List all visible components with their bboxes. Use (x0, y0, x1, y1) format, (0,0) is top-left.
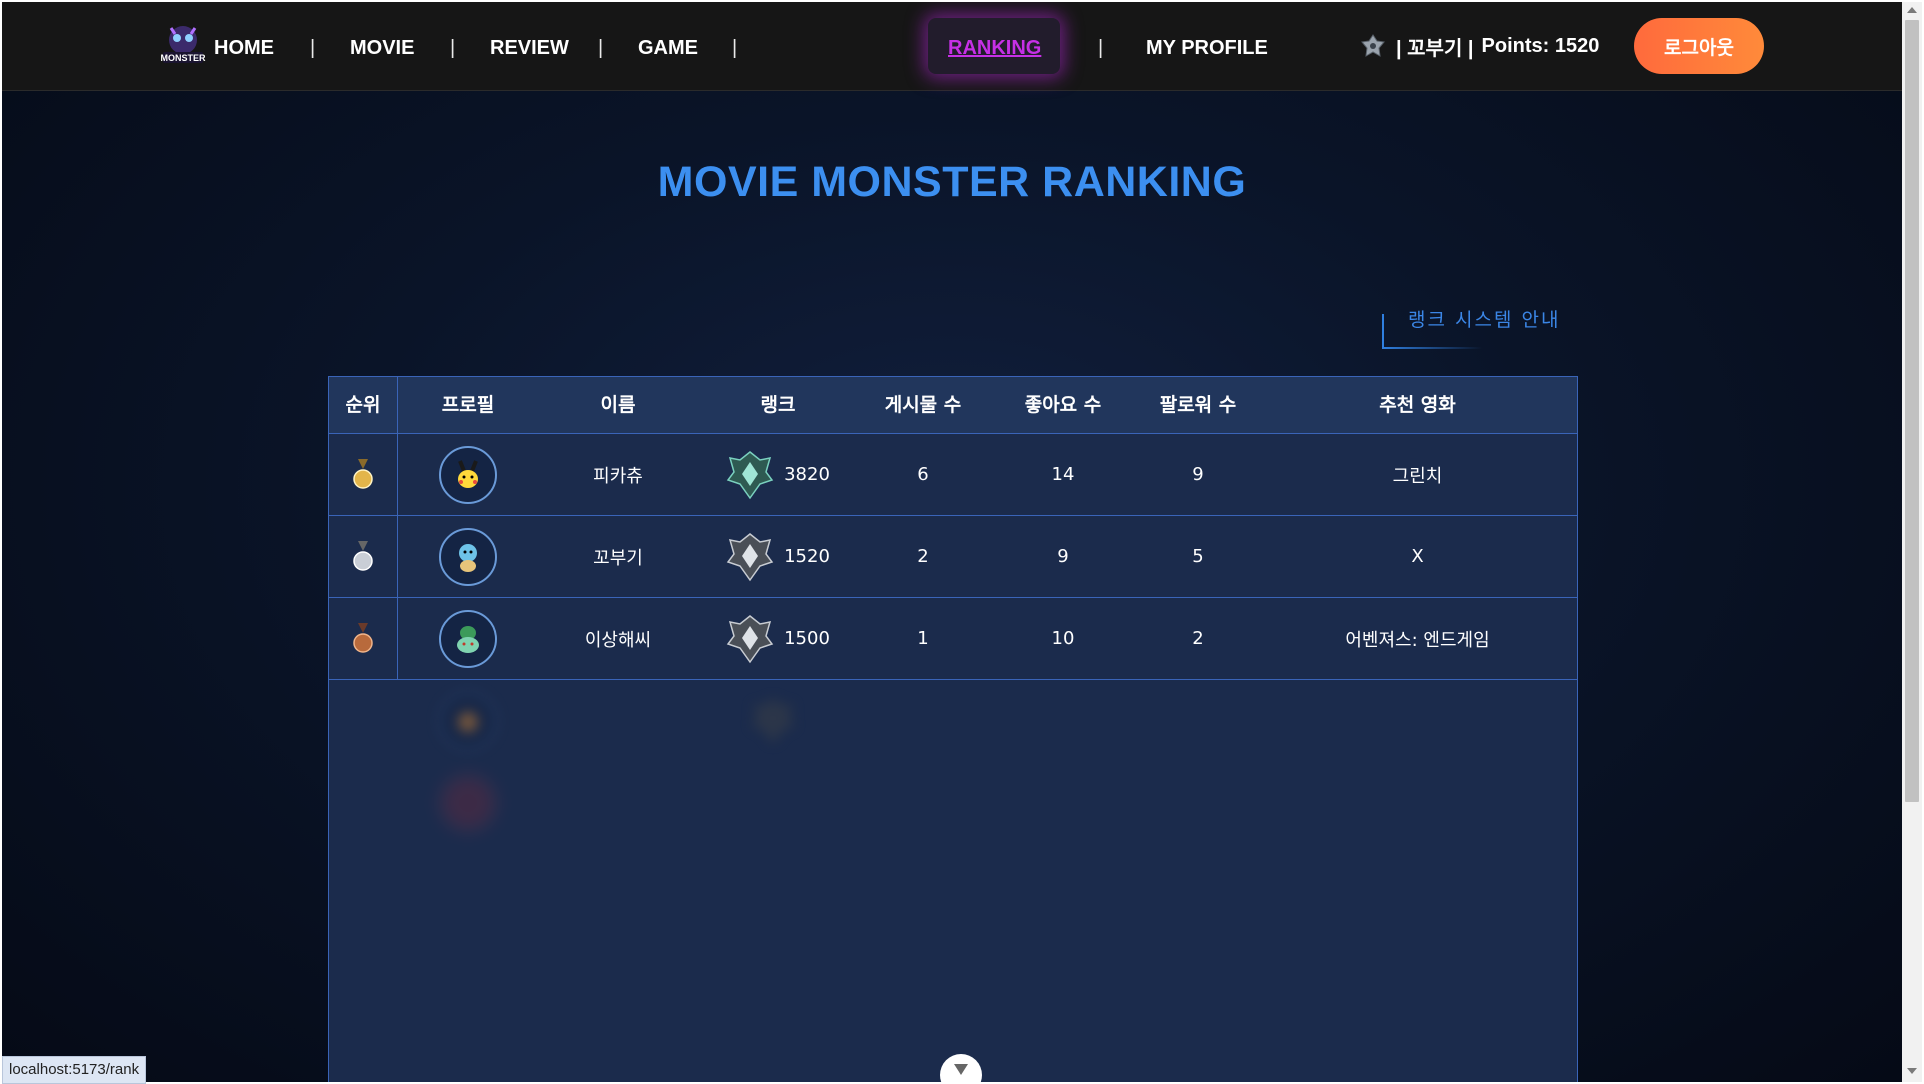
recommended-movie: 그린치 (1392, 465, 1443, 487)
table-row[interactable]: 꼬부기 1520 2 9 5 X (329, 516, 1577, 598)
nav-separator: | (450, 37, 456, 59)
rank-points: 1500 (784, 628, 830, 649)
rank-points: 3820 (784, 464, 830, 485)
rank-cell: 3820 (698, 434, 858, 515)
chevron-down-icon (954, 1064, 968, 1075)
table-row-blurred (329, 762, 1577, 843)
followers-count: 2 (1192, 628, 1204, 649)
medal-silver-icon (329, 516, 397, 597)
logout-button[interactable]: 로그아웃 (1634, 18, 1764, 74)
page-title: MOVIE MONSTER RANKING (657, 158, 1247, 206)
recommended-movie: 어벤져스: 엔드게임 (1345, 629, 1490, 651)
user-info: | 꼬부기 | Points: 1520 (1360, 28, 1599, 64)
rank-cell: 1500 (698, 598, 858, 679)
column-header-rank-order: 순위 (345, 394, 381, 416)
user-name-cell: 피카츄 (593, 465, 643, 487)
column-header-name: 이름 (600, 394, 636, 416)
column-header-rank: 랭크 (760, 394, 796, 416)
posts-count: 2 (917, 546, 929, 567)
rank-system-guide-link[interactable]: 랭크 시스템 안내 (1408, 305, 1560, 332)
table-row-blurred (329, 680, 1577, 761)
posts-count: 6 (917, 464, 929, 485)
column-header-followers: 팔로워 수 (1159, 394, 1237, 416)
avatar-placeholder-icon (439, 773, 497, 832)
profile-cell (398, 434, 538, 515)
likes-count: 10 (1051, 628, 1075, 649)
user-points: Points: 1520 (1481, 34, 1600, 57)
user-name-cell: 이상해씨 (584, 629, 652, 651)
rank-emblem-icon (751, 697, 795, 744)
profile-cell (398, 516, 538, 597)
guide-decoration (1382, 347, 1482, 349)
nav-separator: | (598, 37, 604, 59)
table-row[interactable]: 이상해씨 1500 1 10 2 어벤져스: 엔드게임 (329, 598, 1577, 680)
nav-my-profile[interactable]: MY PROFILE (1146, 36, 1268, 60)
column-header-recommended-movie: 추천 영화 (1379, 394, 1456, 416)
page-scrollbar[interactable] (1902, 2, 1922, 1082)
guide-decoration (1382, 314, 1384, 348)
rank-emblem-icon (1361, 34, 1385, 57)
nav-separator: | (732, 37, 738, 59)
nav-separator: | (310, 37, 316, 59)
rank-silver-emblem-icon (726, 532, 774, 581)
rank-master-emblem-icon (726, 450, 774, 499)
top-navbar: MONSTER HOME | MOVIE | REVIEW | GAME | R… (2, 2, 1902, 91)
app-window: MONSTER HOME | MOVIE | REVIEW | GAME | R… (2, 2, 1902, 1082)
nav-game[interactable]: GAME (638, 36, 698, 60)
profile-cell (398, 598, 538, 679)
nav-separator: | (1098, 37, 1104, 59)
column-header-profile: 프로필 (441, 394, 495, 416)
nav-movie[interactable]: MOVIE (350, 36, 414, 60)
profile-cell (398, 680, 538, 761)
ranking-table: 순위 프로필 이름 랭크 게시물 수 좋아요 수 팔로워 수 추천 영화 피카츄 (328, 376, 1578, 1082)
nav-ranking[interactable]: RANKING (948, 36, 1041, 60)
posts-count: 1 (917, 628, 929, 649)
scroll-up-arrow-icon[interactable] (1907, 7, 1917, 13)
squirtle-avatar[interactable] (439, 527, 497, 586)
table-row[interactable]: 피카츄 3820 6 14 9 그린치 (329, 434, 1577, 516)
medal-bronze-icon (329, 598, 397, 679)
scrollbar-thumb[interactable] (1905, 20, 1919, 802)
rank-silver-emblem-icon (726, 614, 774, 663)
rank-cell (698, 680, 858, 761)
avatar-placeholder-icon (439, 691, 497, 750)
user-name-cell: 꼬부기 (593, 547, 643, 569)
pikachu-avatar[interactable] (439, 445, 497, 504)
followers-count: 5 (1192, 546, 1204, 567)
user-name: | 꼬부기 | (1396, 37, 1474, 60)
rank-cell: 1520 (698, 516, 858, 597)
followers-count: 9 (1192, 464, 1204, 485)
column-header-posts: 게시물 수 (884, 394, 962, 416)
svg-text:MONSTER: MONSTER (161, 53, 207, 63)
nav-home[interactable]: HOME (214, 36, 274, 60)
likes-count: 9 (1057, 546, 1069, 567)
nav-review[interactable]: REVIEW (490, 36, 569, 60)
column-header-likes: 좋아요 수 (1024, 394, 1102, 416)
rank-points: 1520 (784, 546, 830, 567)
browser-status-bar: localhost:5173/rank (2, 1056, 147, 1084)
scroll-down-arrow-icon[interactable] (1907, 1068, 1917, 1074)
likes-count: 14 (1051, 464, 1075, 485)
monster-logo-icon[interactable]: MONSTER (157, 20, 209, 72)
profile-cell (398, 762, 538, 843)
table-header: 순위 프로필 이름 랭크 게시물 수 좋아요 수 팔로워 수 추천 영화 (329, 377, 1577, 434)
bulbasaur-avatar[interactable] (439, 609, 497, 668)
recommended-movie: X (1411, 546, 1424, 567)
medal-gold-icon (329, 434, 397, 515)
